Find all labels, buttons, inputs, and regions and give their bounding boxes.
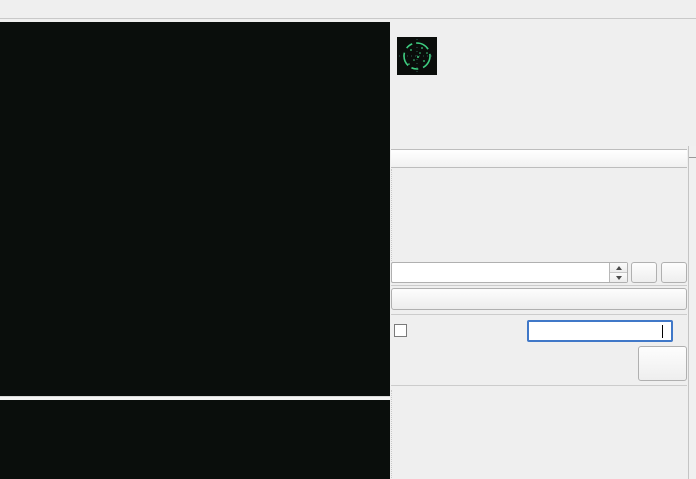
cycles-input[interactable] <box>527 320 673 342</box>
spin-up-button[interactable] <box>610 263 627 273</box>
measurements-table <box>391 169 688 261</box>
separator <box>391 285 687 286</box>
measurements-section-header[interactable] <box>391 149 687 168</box>
scrollbar-mark <box>689 157 696 158</box>
waveform-imag-view[interactable] <box>0 400 390 479</box>
frequency-spin-row <box>391 262 688 283</box>
show-velocity-distribution-button[interactable] <box>391 288 687 310</box>
separator <box>391 385 687 386</box>
spin-down-icon <box>616 276 622 280</box>
spin-down-button[interactable] <box>610 273 627 282</box>
scrollbar-up-icon <box>689 146 696 156</box>
frequency-spinbox[interactable] <box>391 262 628 283</box>
periodic-selection-row <box>391 321 688 342</box>
text-cursor <box>662 325 663 338</box>
separator <box>391 314 687 315</box>
periodic-selection-checkbox[interactable] <box>394 324 407 337</box>
time-tools-panel <box>391 19 688 479</box>
prev-frequency-button[interactable] <box>631 262 657 283</box>
time-window-app <box>0 0 696 479</box>
lock-button[interactable] <box>638 346 687 381</box>
iq-constellation-icon <box>397 37 437 75</box>
selection-info-table <box>391 390 688 479</box>
waveform-area <box>0 22 390 479</box>
spin-up-icon <box>616 266 622 270</box>
waveform-real-view[interactable] <box>0 22 390 396</box>
spinner-buttons <box>609 263 627 282</box>
panel-scrollbar[interactable] <box>688 146 696 479</box>
next-frequency-button[interactable] <box>661 262 687 283</box>
